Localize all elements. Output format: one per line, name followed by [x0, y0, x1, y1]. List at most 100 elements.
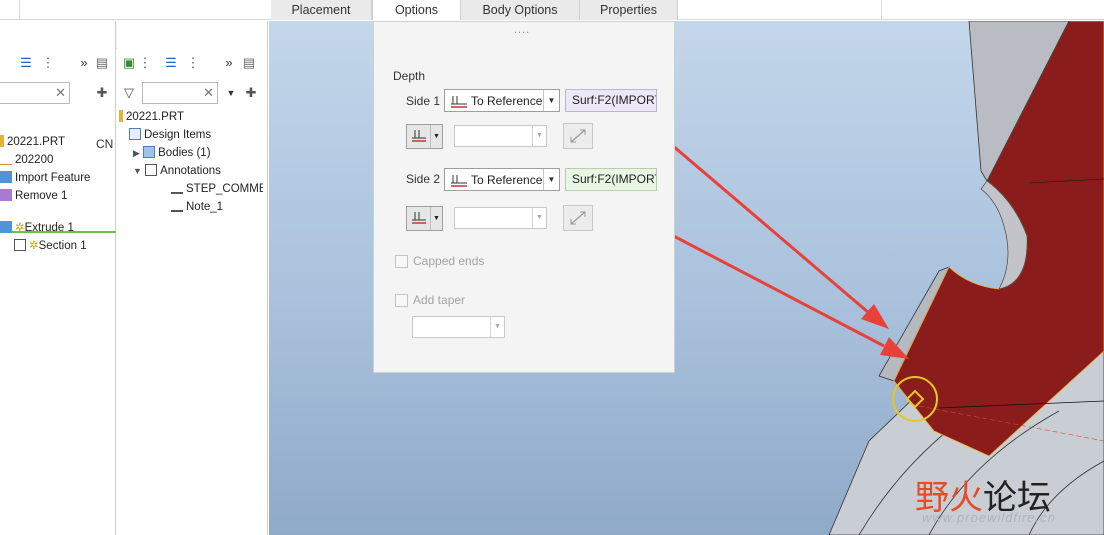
add-taper-label: Add taper [413, 293, 466, 307]
detail-item-annotations[interactable]: ▼ Annotations [133, 162, 221, 180]
filter-icon[interactable]: ▽ [121, 85, 137, 101]
clear-icon[interactable]: ✕ [203, 85, 214, 101]
side2-depth-value-input[interactable]: ▼ [454, 207, 547, 229]
add-icon[interactable]: ✚ [243, 85, 259, 101]
tree-columns-icon[interactable]: ⋮ [40, 55, 56, 71]
tab-properties[interactable]: Properties [580, 0, 678, 20]
tab-body-options[interactable]: Body Options [461, 0, 580, 20]
side1-flip-button[interactable] [563, 123, 593, 149]
tree-item-label: Design Items [144, 129, 212, 141]
column-header-cn: CN [96, 137, 114, 151]
detail-search-input[interactable]: ✕ [142, 82, 218, 104]
model-tree-panel: ☰ ⋮ » ▤ ✕ ✚ CN 20221.PRT 202200 Import F… [0, 21, 116, 535]
tab-bar-lead [0, 0, 20, 20]
side2-reference-collector[interactable]: Surf:F2(IMPORT [565, 168, 657, 191]
tree-item-import-feature[interactable]: Import Feature [0, 169, 90, 187]
expand-icon[interactable]: ▶ [133, 148, 140, 158]
capped-ends-checkbox[interactable] [395, 255, 408, 268]
document-icon[interactable]: ▤ [94, 55, 110, 71]
side1-depth-value: To Reference [471, 94, 543, 108]
tree-item-remove[interactable]: Remove 1 [0, 187, 67, 205]
tree-item-label: Note_1 [186, 201, 224, 213]
expand-more-icon[interactable]: » [221, 55, 237, 71]
extrude-icon [0, 221, 12, 233]
tree-item-part[interactable]: 20221.PRT [0, 133, 65, 151]
chevron-down-icon[interactable]: ▼ [543, 90, 559, 111]
tabs: Placement Options Body Options Propertie… [271, 0, 678, 20]
annotations-icon [145, 164, 158, 176]
side2-depth-value: To Reference [471, 173, 543, 187]
search-dropdown-icon[interactable]: ▼ [223, 85, 239, 101]
panel-grip[interactable]: .... [514, 24, 530, 36]
tree-item-label: Remove 1 [15, 190, 68, 202]
document-icon[interactable]: ▤ [241, 55, 257, 71]
detail-item-part[interactable]: 20221.PRT [119, 108, 184, 126]
dashboard-tab-bar: Placement Options Body Options Propertie… [0, 0, 1104, 20]
side2-flip-button[interactable] [563, 205, 593, 231]
detail-tree-panel: ▣ ⋮ ☰ ⋮ » ▤ ▽ ✕ ▼ ✚ 20221.PRT Design Ite… [117, 21, 268, 535]
sketch-icon [14, 239, 26, 251]
side1-depth-options-button[interactable]: ▼ [406, 124, 443, 149]
tree-item-section[interactable]: ✲Section 1 [14, 237, 87, 255]
detail-item-note[interactable]: Note_1 [171, 198, 223, 216]
tree-item-extrude[interactable]: ✲Extrude 1 [0, 219, 74, 237]
tab-placement[interactable]: Placement [271, 0, 372, 20]
detail-item-bodies[interactable]: ▶ Bodies (1) [133, 144, 211, 162]
tab-options[interactable]: Options [372, 0, 461, 20]
tree-item-label: Bodies (1) [158, 147, 211, 159]
list-icon [129, 128, 141, 140]
body-icon [143, 146, 156, 158]
grip-icon: ⋮ [138, 55, 152, 70]
options-panel: .... Depth Side 1 To Reference ▼ Surf:F2… [373, 21, 675, 373]
tree-item-label: 20221.PRT [126, 111, 184, 123]
tree-item-202200[interactable]: 202200 [0, 151, 53, 169]
tab-bar-divider [881, 0, 882, 20]
note-icon [171, 200, 183, 212]
flip-icon [570, 211, 586, 225]
add-icon[interactable]: ✚ [94, 85, 110, 101]
side2-depth-options-button[interactable]: ▼ [406, 206, 443, 231]
detail-item-design-items[interactable]: Design Items [129, 126, 211, 144]
part-icon [119, 110, 123, 122]
clear-icon[interactable]: ✕ [55, 85, 66, 101]
depth-label: Depth [393, 69, 426, 83]
import-icon [0, 171, 12, 183]
chevron-down-icon[interactable]: ▼ [430, 207, 442, 230]
collapse-icon[interactable]: ▼ [133, 166, 142, 176]
watermark-url: www.proewildfire.cn [922, 510, 1056, 525]
side1-depth-select[interactable]: To Reference ▼ [444, 89, 560, 112]
taper-angle-input[interactable]: ▼ [412, 316, 505, 338]
side2-label: Side 2 [406, 172, 441, 186]
side2-depth-select[interactable]: To Reference ▼ [444, 168, 560, 191]
side1-depth-value-input[interactable]: ▼ [454, 125, 547, 147]
chevron-down-icon[interactable]: ▼ [532, 126, 546, 146]
expand-more-icon[interactable]: » [76, 55, 92, 71]
chevron-down-icon[interactable]: ▼ [430, 125, 442, 148]
part-icon [0, 135, 4, 147]
tree-columns-icon[interactable]: ⋮ [185, 55, 201, 71]
note-icon [171, 182, 183, 194]
tree-item-label: Section 1 [38, 240, 87, 252]
chevron-down-icon[interactable]: ▼ [490, 317, 504, 337]
tree-list-icon[interactable]: ☰ [163, 55, 179, 71]
chevron-down-icon[interactable]: ▼ [532, 208, 546, 228]
new-marker-icon: ✲ [29, 240, 39, 252]
to-reference-icon [451, 175, 467, 187]
depth-icon [412, 130, 426, 142]
tree-item-label: Import Feature [15, 172, 91, 184]
to-reference-icon [451, 96, 467, 108]
flip-icon [570, 129, 586, 143]
detail-item-step-comment[interactable]: STEP_COMMEI [171, 180, 263, 198]
depth-icon [412, 212, 426, 224]
tree-view-icon[interactable]: ▣ [121, 55, 137, 71]
side1-reference-collector[interactable]: Surf:F2(IMPORT [565, 89, 657, 112]
tree-item-label: 202200 [15, 154, 54, 166]
remove-icon [0, 189, 12, 201]
new-marker-icon: ✲ [15, 222, 25, 234]
add-taper-checkbox[interactable] [395, 294, 408, 307]
chevron-down-icon[interactable]: ▼ [543, 169, 559, 190]
tree-search-input[interactable]: ✕ [0, 82, 70, 104]
tree-list-icon[interactable]: ☰ [18, 55, 34, 71]
tree-item-label: 20221.PRT [7, 136, 65, 148]
tree-item-label: Extrude 1 [24, 222, 74, 234]
